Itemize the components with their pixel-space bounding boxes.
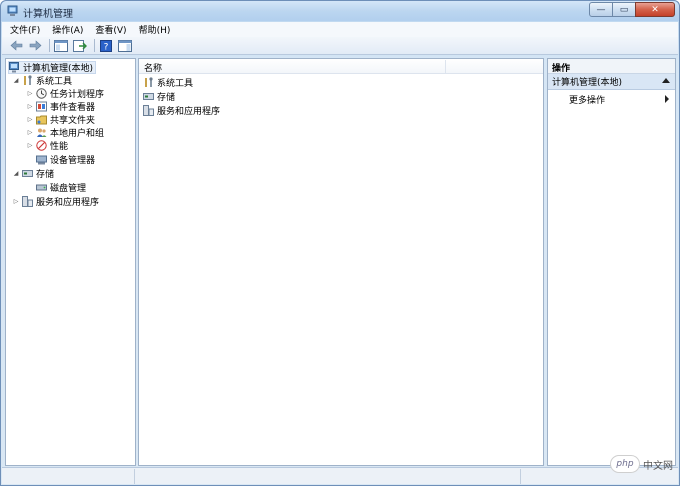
tree-item-computer-management[interactable]: 计算机管理(本地) bbox=[8, 61, 97, 74]
toolbar-separator bbox=[94, 39, 95, 52]
toolbar-separator bbox=[49, 39, 50, 52]
list-item-label: 服务和应用程序 bbox=[157, 107, 221, 117]
show-action-pane-icon bbox=[118, 39, 132, 52]
tree-item-label: 存储 bbox=[36, 170, 55, 180]
export-list-icon bbox=[73, 39, 87, 52]
performance-icon bbox=[36, 140, 47, 151]
menu-bar: 文件(F) 操作(A) 查看(V) 帮助(H) bbox=[2, 22, 678, 37]
menu-file[interactable]: 文件(F) bbox=[10, 23, 40, 36]
window-title: 计算机管理 bbox=[23, 9, 73, 20]
tree-item-label: 本地用户和组 bbox=[50, 129, 105, 139]
help-icon: ? bbox=[100, 39, 112, 52]
tree-item-disk-management[interactable]: 磁盘管理 bbox=[36, 181, 86, 194]
tree-item-label: 系统工具 bbox=[36, 77, 73, 87]
column-header-name[interactable]: 名称 bbox=[144, 61, 162, 74]
more-actions-label: 更多操作 bbox=[569, 95, 606, 106]
list-column-header[interactable]: 名称 bbox=[139, 59, 543, 74]
toolbar: ? bbox=[2, 37, 678, 55]
collapse-triangle-icon[interactable]: ◢ bbox=[12, 77, 20, 85]
users-icon bbox=[37, 128, 47, 137]
tree-item-label: 设备管理器 bbox=[50, 156, 96, 166]
actions-group-computer-management[interactable]: 计算机管理(本地) bbox=[548, 74, 675, 90]
title-bar[interactable]: 计算机管理 — ▭ ✕ bbox=[1, 1, 679, 21]
computer-management-icon bbox=[7, 5, 18, 16]
tree-item-label: 磁盘管理 bbox=[50, 184, 87, 194]
forward-button[interactable] bbox=[27, 39, 43, 53]
tree-item-system-tools[interactable]: ◢ 系统工具 bbox=[12, 74, 72, 87]
status-segment bbox=[2, 469, 135, 484]
results-list-panel: 名称 系统工具 存储 服务和应用程序 bbox=[138, 58, 544, 466]
tree-item-services-apps[interactable]: ▷ 服务和应用程序 bbox=[12, 195, 99, 208]
list-item-storage[interactable]: 存储 bbox=[143, 90, 175, 103]
menu-help[interactable]: 帮助(H) bbox=[139, 23, 171, 36]
expand-triangle-icon[interactable]: ▷ bbox=[26, 90, 34, 98]
back-arrow-icon bbox=[10, 40, 22, 51]
status-segment bbox=[135, 469, 521, 484]
event-viewer-icon bbox=[36, 101, 47, 112]
expand-triangle-icon[interactable]: ▷ bbox=[26, 103, 34, 111]
tree-item-label: 计算机管理(本地) bbox=[23, 64, 94, 74]
forward-arrow-icon bbox=[29, 40, 41, 51]
collapse-up-triangle-icon[interactable] bbox=[662, 78, 670, 83]
tools-icon bbox=[145, 77, 153, 87]
disk-management-icon bbox=[36, 184, 47, 191]
tree-item-task-scheduler[interactable]: ▷ 任务计划程序 bbox=[26, 87, 104, 100]
tree-item-device-manager[interactable]: 设备管理器 bbox=[36, 153, 95, 166]
storage-icon bbox=[22, 170, 33, 177]
tree-item-label: 性能 bbox=[50, 142, 69, 152]
svg-text:?: ? bbox=[104, 42, 109, 52]
tree-item-label: 任务计划程序 bbox=[50, 90, 105, 100]
menu-view[interactable]: 查看(V) bbox=[95, 23, 126, 36]
actions-group-label: 计算机管理(本地) bbox=[552, 78, 623, 88]
window-controls: — ▭ ✕ bbox=[589, 2, 675, 18]
computer-management-window: 计算机管理 — ▭ ✕ 文件(F) 操作(A) 查看(V) 帮助(H) ? 计算… bbox=[0, 0, 680, 486]
expand-triangle-icon[interactable]: ▷ bbox=[12, 198, 20, 206]
show-hide-tree-button[interactable] bbox=[53, 39, 69, 53]
minimize-button[interactable]: — bbox=[589, 2, 613, 17]
column-divider[interactable] bbox=[445, 60, 446, 73]
back-button[interactable] bbox=[8, 39, 24, 53]
list-item-label: 存储 bbox=[157, 93, 176, 103]
tree-item-local-users-groups[interactable]: ▷ 本地用户和组 bbox=[26, 126, 104, 139]
expand-triangle-icon[interactable]: ▷ bbox=[26, 116, 34, 124]
device-manager-icon bbox=[36, 155, 47, 165]
export-list-button[interactable] bbox=[72, 39, 88, 53]
menu-action[interactable]: 操作(A) bbox=[52, 23, 83, 36]
list-item-services-apps[interactable]: 服务和应用程序 bbox=[143, 104, 220, 117]
clock-icon bbox=[36, 88, 47, 99]
submenu-arrow-icon bbox=[665, 95, 669, 103]
console-tree-panel: 计算机管理(本地) ◢ 系统工具 ▷ 任务计划程序 ▷ 事件查看器 ▷ 共享文件… bbox=[5, 58, 136, 466]
collapse-triangle-icon[interactable]: ◢ bbox=[12, 170, 20, 178]
tools-icon bbox=[24, 75, 32, 85]
tree-item-storage[interactable]: ◢ 存储 bbox=[12, 167, 54, 180]
list-item-label: 系统工具 bbox=[157, 79, 194, 89]
watermark-text: 中文网 bbox=[643, 460, 673, 472]
tree-item-label: 服务和应用程序 bbox=[36, 198, 100, 208]
expand-triangle-icon[interactable]: ▷ bbox=[26, 129, 34, 137]
services-icon bbox=[22, 196, 33, 207]
tree-item-performance[interactable]: ▷ 性能 bbox=[26, 139, 68, 152]
actions-header: 操作 bbox=[548, 59, 675, 74]
php-logo: php bbox=[610, 455, 640, 473]
storage-icon bbox=[143, 93, 154, 100]
actions-panel: 操作 计算机管理(本地) 更多操作 bbox=[547, 58, 676, 466]
watermark: php 中文网 bbox=[610, 455, 673, 473]
tree-item-event-viewer[interactable]: ▷ 事件查看器 bbox=[26, 100, 95, 113]
shared-folder-icon bbox=[36, 115, 47, 125]
help-button[interactable]: ? bbox=[98, 39, 114, 53]
expand-triangle-icon[interactable]: ▷ bbox=[26, 142, 34, 150]
restore-button[interactable]: ▭ bbox=[612, 2, 636, 17]
show-hide-tree-icon bbox=[54, 39, 68, 52]
computer-management-icon bbox=[9, 62, 19, 73]
tree-item-label: 事件查看器 bbox=[50, 103, 96, 113]
tree-item-label: 共享文件夹 bbox=[50, 116, 96, 126]
more-actions-item[interactable]: 更多操作 bbox=[548, 92, 675, 106]
close-button[interactable]: ✕ bbox=[635, 2, 675, 17]
list-item-system-tools[interactable]: 系统工具 bbox=[143, 76, 193, 89]
services-icon bbox=[143, 105, 154, 116]
tree-item-shared-folders[interactable]: ▷ 共享文件夹 bbox=[26, 113, 95, 126]
status-bar bbox=[2, 467, 678, 484]
show-action-pane-button[interactable] bbox=[117, 39, 133, 53]
